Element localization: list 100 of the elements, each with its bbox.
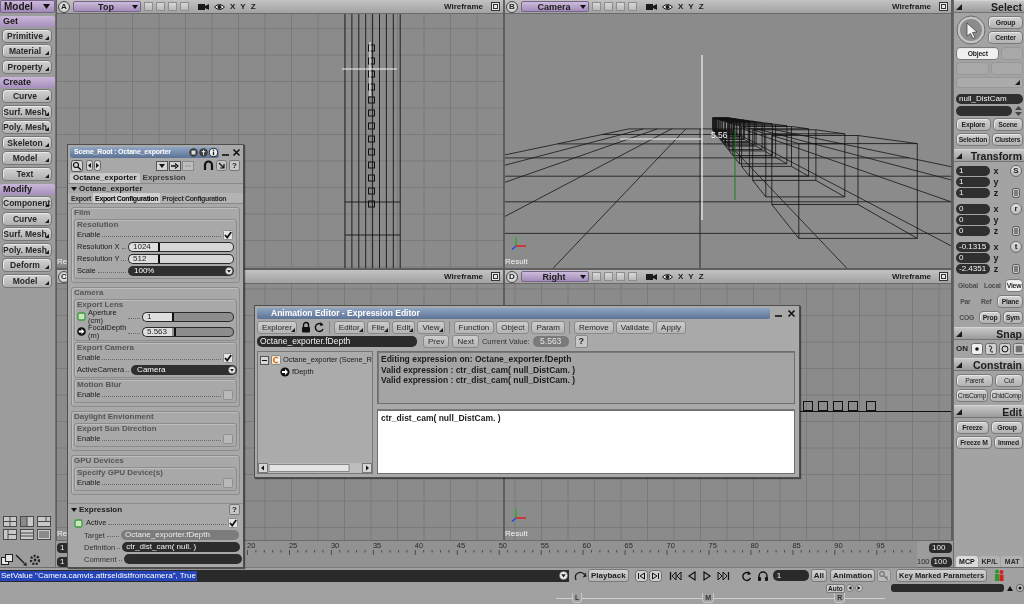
camera-icon[interactable] <box>646 2 657 11</box>
object-name-field[interactable]: null_DistCam <box>956 94 1023 104</box>
layout-icon[interactable] <box>20 516 34 527</box>
tool-button[interactable]: Model <box>2 273 52 288</box>
arrow-circle-icon[interactable] <box>280 367 290 377</box>
eye-icon[interactable] <box>214 2 225 11</box>
checkbox[interactable] <box>228 518 238 528</box>
square-marker-icon[interactable] <box>77 312 86 321</box>
collapse-icon[interactable] <box>956 152 962 159</box>
view-dropdown[interactable]: Top <box>73 1 141 12</box>
value-field[interactable]: -2.4351 <box>956 263 990 274</box>
tool-button[interactable]: Model <box>2 151 52 165</box>
help-button[interactable]: ? <box>229 504 240 515</box>
axis-view-toggle[interactable]: Z <box>698 1 704 12</box>
view-dropdown[interactable]: Right <box>521 271 589 282</box>
tab[interactable]: Expression <box>139 173 189 183</box>
stack-icon[interactable] <box>1012 225 1020 236</box>
transform-mode-button[interactable]: r <box>1010 202 1022 215</box>
checkbox[interactable] <box>223 478 233 488</box>
eye-icon[interactable] <box>662 272 673 281</box>
viewport-letter[interactable]: D <box>506 270 518 283</box>
loop-icon[interactable] <box>739 569 753 582</box>
tool-button[interactable]: Surf. Mesh <box>2 227 52 241</box>
help-button[interactable]: ? <box>574 335 588 348</box>
camera-icon[interactable] <box>646 272 657 281</box>
checkbox[interactable] <box>223 353 233 363</box>
arrow-circle-icon[interactable] <box>77 327 86 336</box>
save-preset-icon[interactable] <box>169 160 181 171</box>
up-arrow-icon[interactable] <box>1006 585 1013 591</box>
tab[interactable]: Octane_exporter <box>70 173 140 183</box>
keying-set-field[interactable] <box>890 584 1004 592</box>
axis-view-toggle[interactable]: X <box>678 271 684 282</box>
collapse-icon[interactable] <box>956 408 962 415</box>
dot-ring-icon[interactable] <box>29 554 41 566</box>
circle-snap-icon[interactable] <box>999 343 1011 355</box>
code-editor[interactable]: ctr_dist_cam( null_DistCam. ) <box>377 410 795 474</box>
record-icon[interactable] <box>1015 584 1024 592</box>
axis-view-toggle[interactable]: Y <box>688 1 694 12</box>
horizontal-scrollbar[interactable] <box>258 463 372 473</box>
value-field[interactable]: 0 <box>956 214 990 225</box>
text-field[interactable] <box>956 106 1012 116</box>
disk-icon[interactable] <box>189 147 198 157</box>
checkbox[interactable] <box>223 434 233 444</box>
help-button[interactable]: ? <box>229 160 240 171</box>
maximize-icon[interactable] <box>939 2 948 11</box>
lock-icon[interactable] <box>300 321 311 333</box>
disclosure-triangle-icon[interactable] <box>71 185 77 192</box>
viewport-letter[interactable]: B <box>506 0 518 13</box>
disclosure-triangle-icon[interactable] <box>71 506 77 513</box>
expression-field[interactable]: ctr_dist_cam( null. ) <box>122 542 241 552</box>
checkbox[interactable] <box>223 390 233 400</box>
maximize-icon[interactable] <box>939 272 948 281</box>
curve-snap-icon[interactable] <box>985 343 997 355</box>
close-icon[interactable] <box>787 308 796 318</box>
headphones-icon[interactable] <box>756 569 769 582</box>
next-button[interactable]: Next <box>452 335 479 348</box>
load-preset-icon[interactable] <box>156 160 168 171</box>
value-field[interactable]: 1 <box>956 165 990 176</box>
playback-menu-button[interactable]: Playback <box>588 569 629 582</box>
inspect-icon[interactable] <box>71 159 83 172</box>
spinner-arrows-icon[interactable] <box>1014 106 1023 116</box>
frame-field[interactable]: 1 <box>772 570 809 581</box>
toolbar-button[interactable]: Object <box>496 320 530 334</box>
tool-button[interactable]: Deform <box>2 258 52 272</box>
previous-key-icon[interactable] <box>634 569 648 582</box>
dropdown[interactable]: 100% <box>128 266 234 276</box>
go-to-start-icon[interactable] <box>668 569 682 582</box>
toolbar-button[interactable]: Function <box>453 320 495 334</box>
display-mode-menu[interactable]: Wireframe <box>443 1 483 12</box>
tool-button[interactable]: Property <box>2 59 52 74</box>
prev-button[interactable]: Prev <box>423 335 450 348</box>
tool-button[interactable]: Skeleton <box>2 135 52 150</box>
toolbar-button[interactable]: Apply <box>656 320 687 334</box>
axis-view-toggle[interactable]: Y <box>688 271 694 282</box>
layout-icon[interactable] <box>3 516 17 527</box>
display-mode-menu[interactable]: Wireframe <box>443 271 483 282</box>
command-field[interactable]: SetValue "Camera.camvis.attrseldistfromcamera", True <box>0 569 569 582</box>
module-dropdown[interactable]: Model <box>0 0 55 13</box>
current-value-field[interactable]: 5.563 <box>532 336 569 347</box>
toolbar-button[interactable]: Validate <box>615 320 655 334</box>
windows-icon[interactable] <box>1 554 13 566</box>
transform-mode-button[interactable]: t <box>1010 240 1022 253</box>
axis-view-toggle[interactable]: Z <box>250 1 256 12</box>
end-frame-field[interactable]: 100 <box>929 543 952 553</box>
tool-button[interactable]: Primitive <box>2 28 52 43</box>
axis-view-toggle[interactable]: X <box>678 1 684 12</box>
collapse-icon[interactable] <box>956 330 962 337</box>
menu-button[interactable]: Explorer <box>257 320 297 334</box>
layout-icon[interactable] <box>37 516 51 527</box>
axis-view-toggle[interactable]: Y <box>240 1 246 12</box>
maximize-icon[interactable] <box>491 272 500 281</box>
tool-button[interactable]: Surf. Mesh <box>2 104 52 119</box>
checkbox[interactable] <box>223 230 233 240</box>
curved-arrow-icon[interactable] <box>573 569 587 582</box>
eye-icon[interactable] <box>662 2 673 11</box>
tool-button[interactable]: Curve <box>2 89 52 103</box>
toolbar-button[interactable]: Remove <box>573 320 614 334</box>
axis-view-toggle[interactable]: Z <box>698 271 704 282</box>
menu-button[interactable]: Edit <box>391 320 416 334</box>
stack-icon[interactable] <box>1012 187 1020 198</box>
